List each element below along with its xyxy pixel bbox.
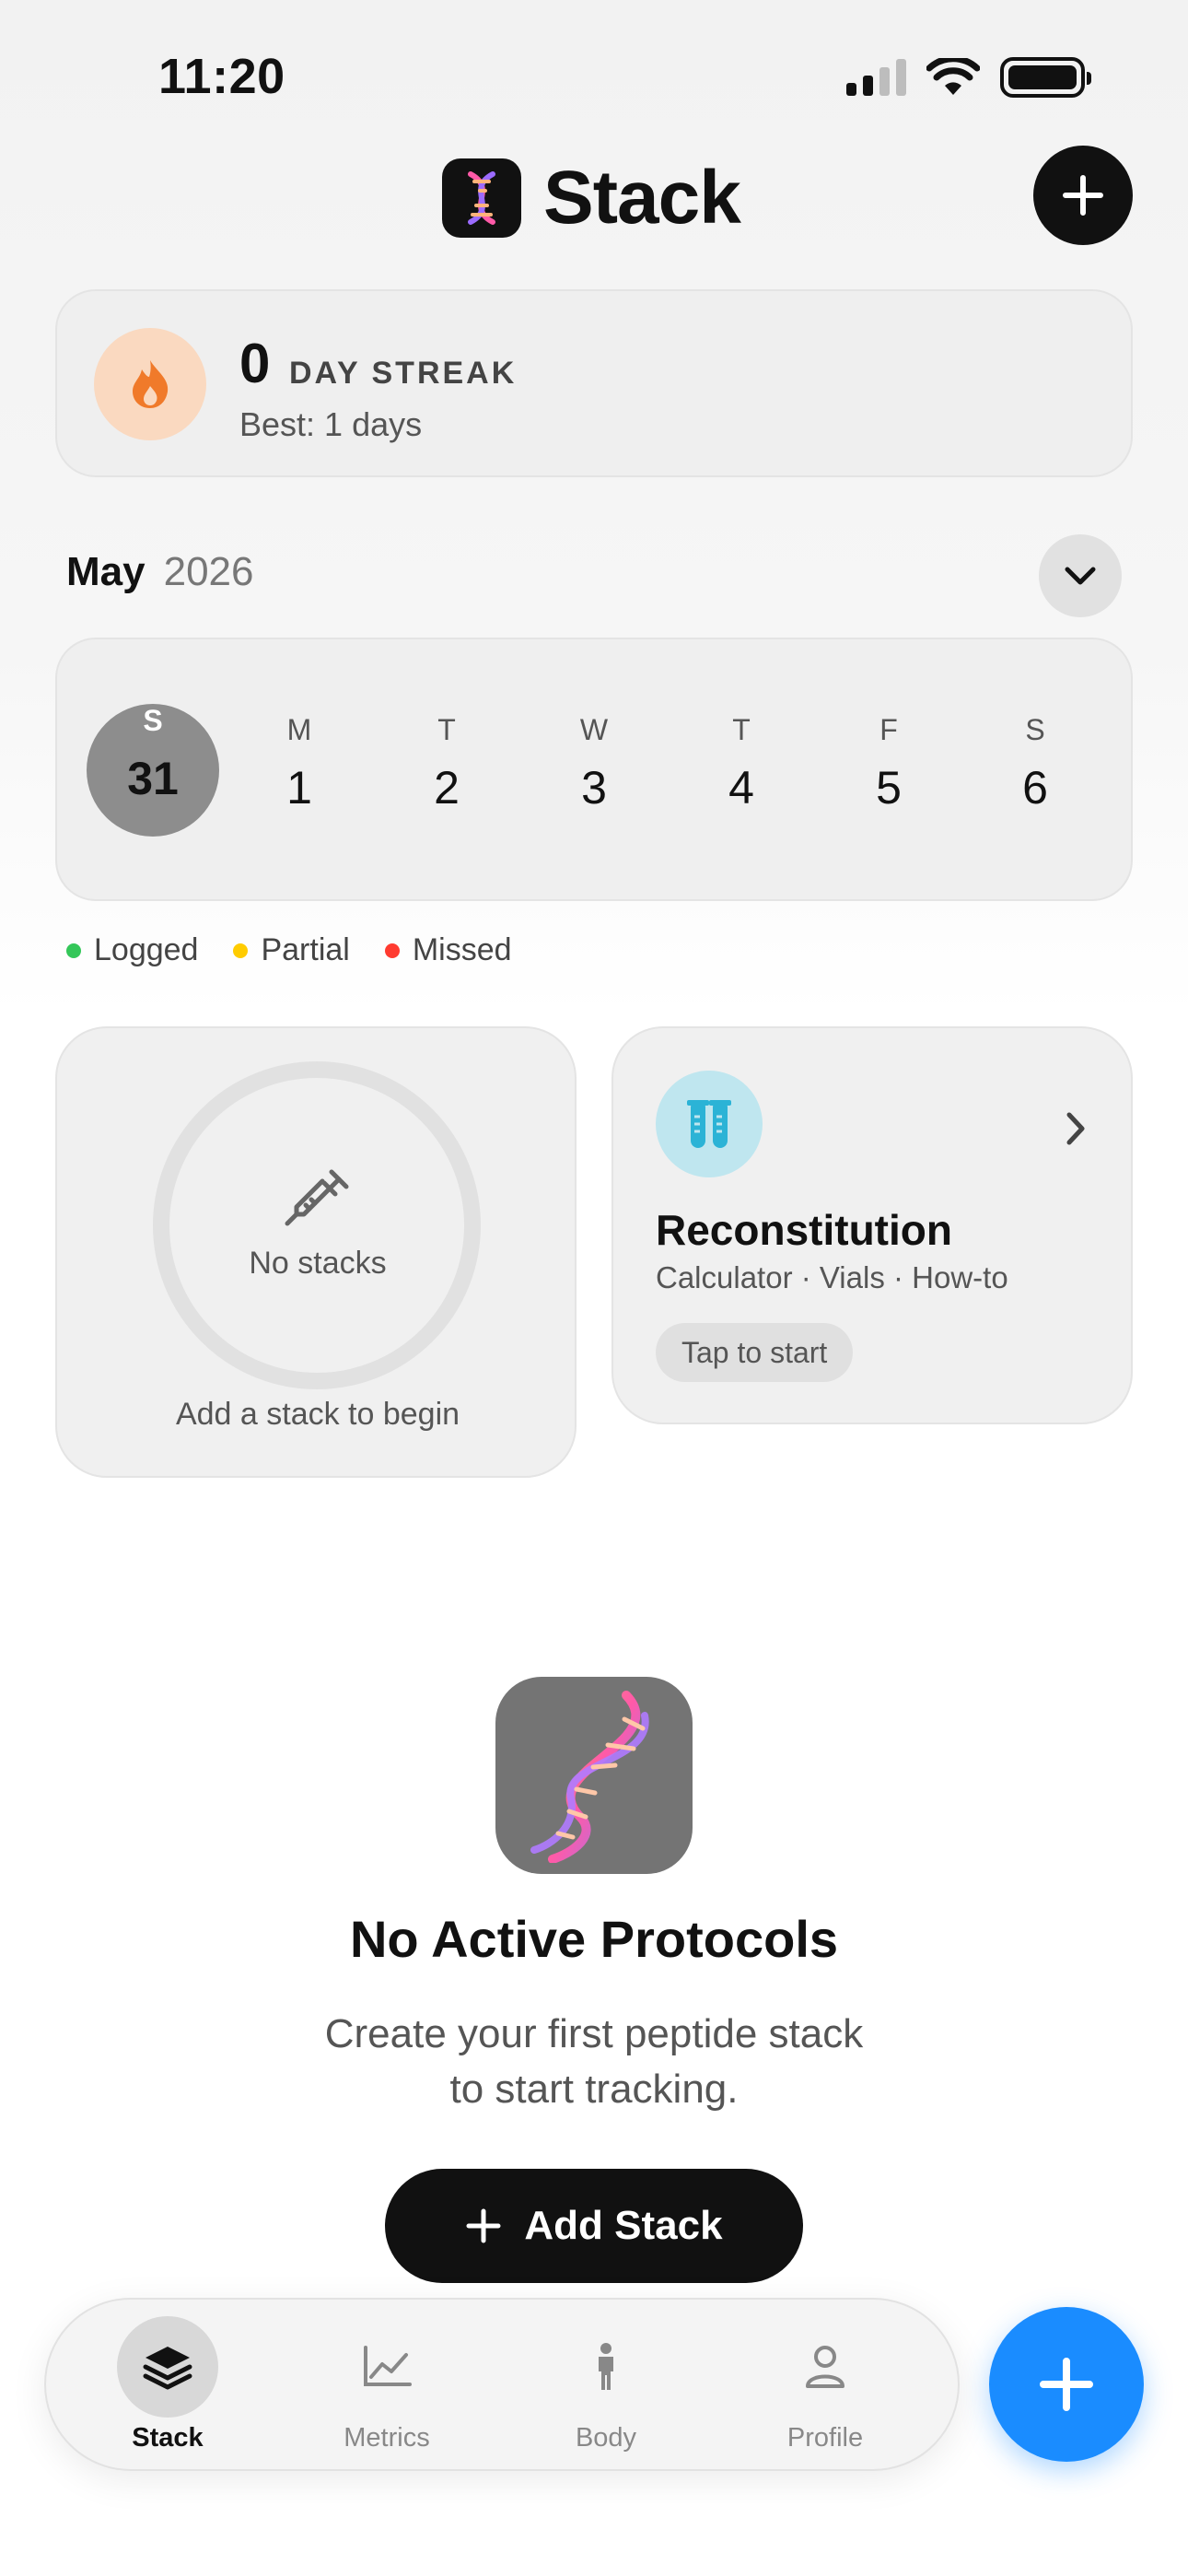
dna-icon [495,1677,693,1874]
wifi-icon [926,58,980,95]
dna-icon [442,158,521,238]
plus-icon [1063,175,1103,216]
calendar-expand-button[interactable] [1039,534,1122,617]
app-header: Stack [442,155,741,241]
streak-best: Best: 1 days [239,405,423,443]
day-cell[interactable]: S 31 [87,704,219,837]
tab-bar: Stack Metrics Body Profile [44,2298,960,2471]
week-strip: S 31 M 1 T 2 W 3 T 4 F 5 S 6 [55,638,1133,901]
streak-label: DAY STREAK [289,356,518,391]
legend-partial: Partial [233,932,350,968]
calendar-legend: Logged Partial Missed [66,932,512,968]
header-add-button[interactable] [1033,146,1133,245]
streak-card[interactable]: 0 DAY STREAK Best: 1 days [55,289,1133,477]
body-icon [599,2343,613,2390]
month-name: May [66,549,146,594]
add-stack-button[interactable]: Add Stack [385,2169,803,2283]
flame-icon [94,328,206,440]
page-title: Stack [543,156,741,240]
day-cell[interactable]: W 3 [528,704,660,837]
chevron-right-icon [1066,1112,1085,1145]
empty-state-title: No Active Protocols [349,1910,839,1968]
streak-count: 0 [239,333,271,394]
add-stack-hint: Add a stack to begin [175,1397,460,1432]
stacks-progress-card[interactable]: No stacks Add a stack to begin [55,1026,577,1478]
legend-missed: Missed [384,932,512,968]
day-cell[interactable]: T 4 [675,704,808,837]
cellular-signal-icon [846,59,906,96]
syringe-icon [285,1169,349,1226]
tab-stack[interactable]: Stack [59,2300,276,2473]
reconstitution-title: Reconstitution [656,1206,952,1254]
legend-dot [233,943,249,958]
day-cell[interactable]: M 1 [233,704,366,837]
day-cell[interactable]: T 2 [380,704,513,837]
tab-label: Metrics [344,2423,430,2453]
floating-add-button[interactable] [989,2307,1144,2462]
person-icon [806,2346,844,2388]
status-icons [846,57,1091,98]
app-screen: 11:20 Stack 0 DAY STREAK Best: 1 days Ma… [0,0,1188,2576]
plus-icon [1040,2358,1093,2411]
add-stack-label: Add Stack [524,2203,723,2248]
empty-state-description: Create your first peptide stack to start… [324,2011,864,2112]
tap-to-start-pill[interactable]: Tap to start [656,1323,854,1382]
day-cell[interactable]: S 6 [969,704,1101,837]
layers-icon [143,2347,192,2390]
test-tubes-icon [656,1071,763,1177]
tab-profile[interactable]: Profile [716,2300,934,2473]
month-header: May 2026 [66,549,253,595]
no-stacks-text: No stacks [249,1246,387,1281]
chart-icon [364,2346,412,2386]
month-year: 2026 [163,549,254,594]
status-time: 11:20 [158,49,285,104]
legend-dot [384,943,400,958]
tab-label: Stack [132,2423,204,2453]
legend-dot [66,943,81,958]
tab-body[interactable]: Body [497,2300,715,2473]
legend-logged: Logged [66,932,198,968]
chevron-down-icon [1065,567,1096,585]
day-cell[interactable]: F 5 [822,704,955,837]
plus-icon [466,2208,501,2243]
battery-icon [1000,57,1091,98]
tab-label: Body [575,2423,637,2453]
tab-label: Profile [786,2423,864,2453]
reconstitution-subtitle: Calculator · Vials · How-to [656,1260,1008,1294]
reconstitution-card[interactable]: Reconstitution Calculator · Vials · How-… [611,1026,1133,1424]
tab-metrics[interactable]: Metrics [278,2300,495,2473]
